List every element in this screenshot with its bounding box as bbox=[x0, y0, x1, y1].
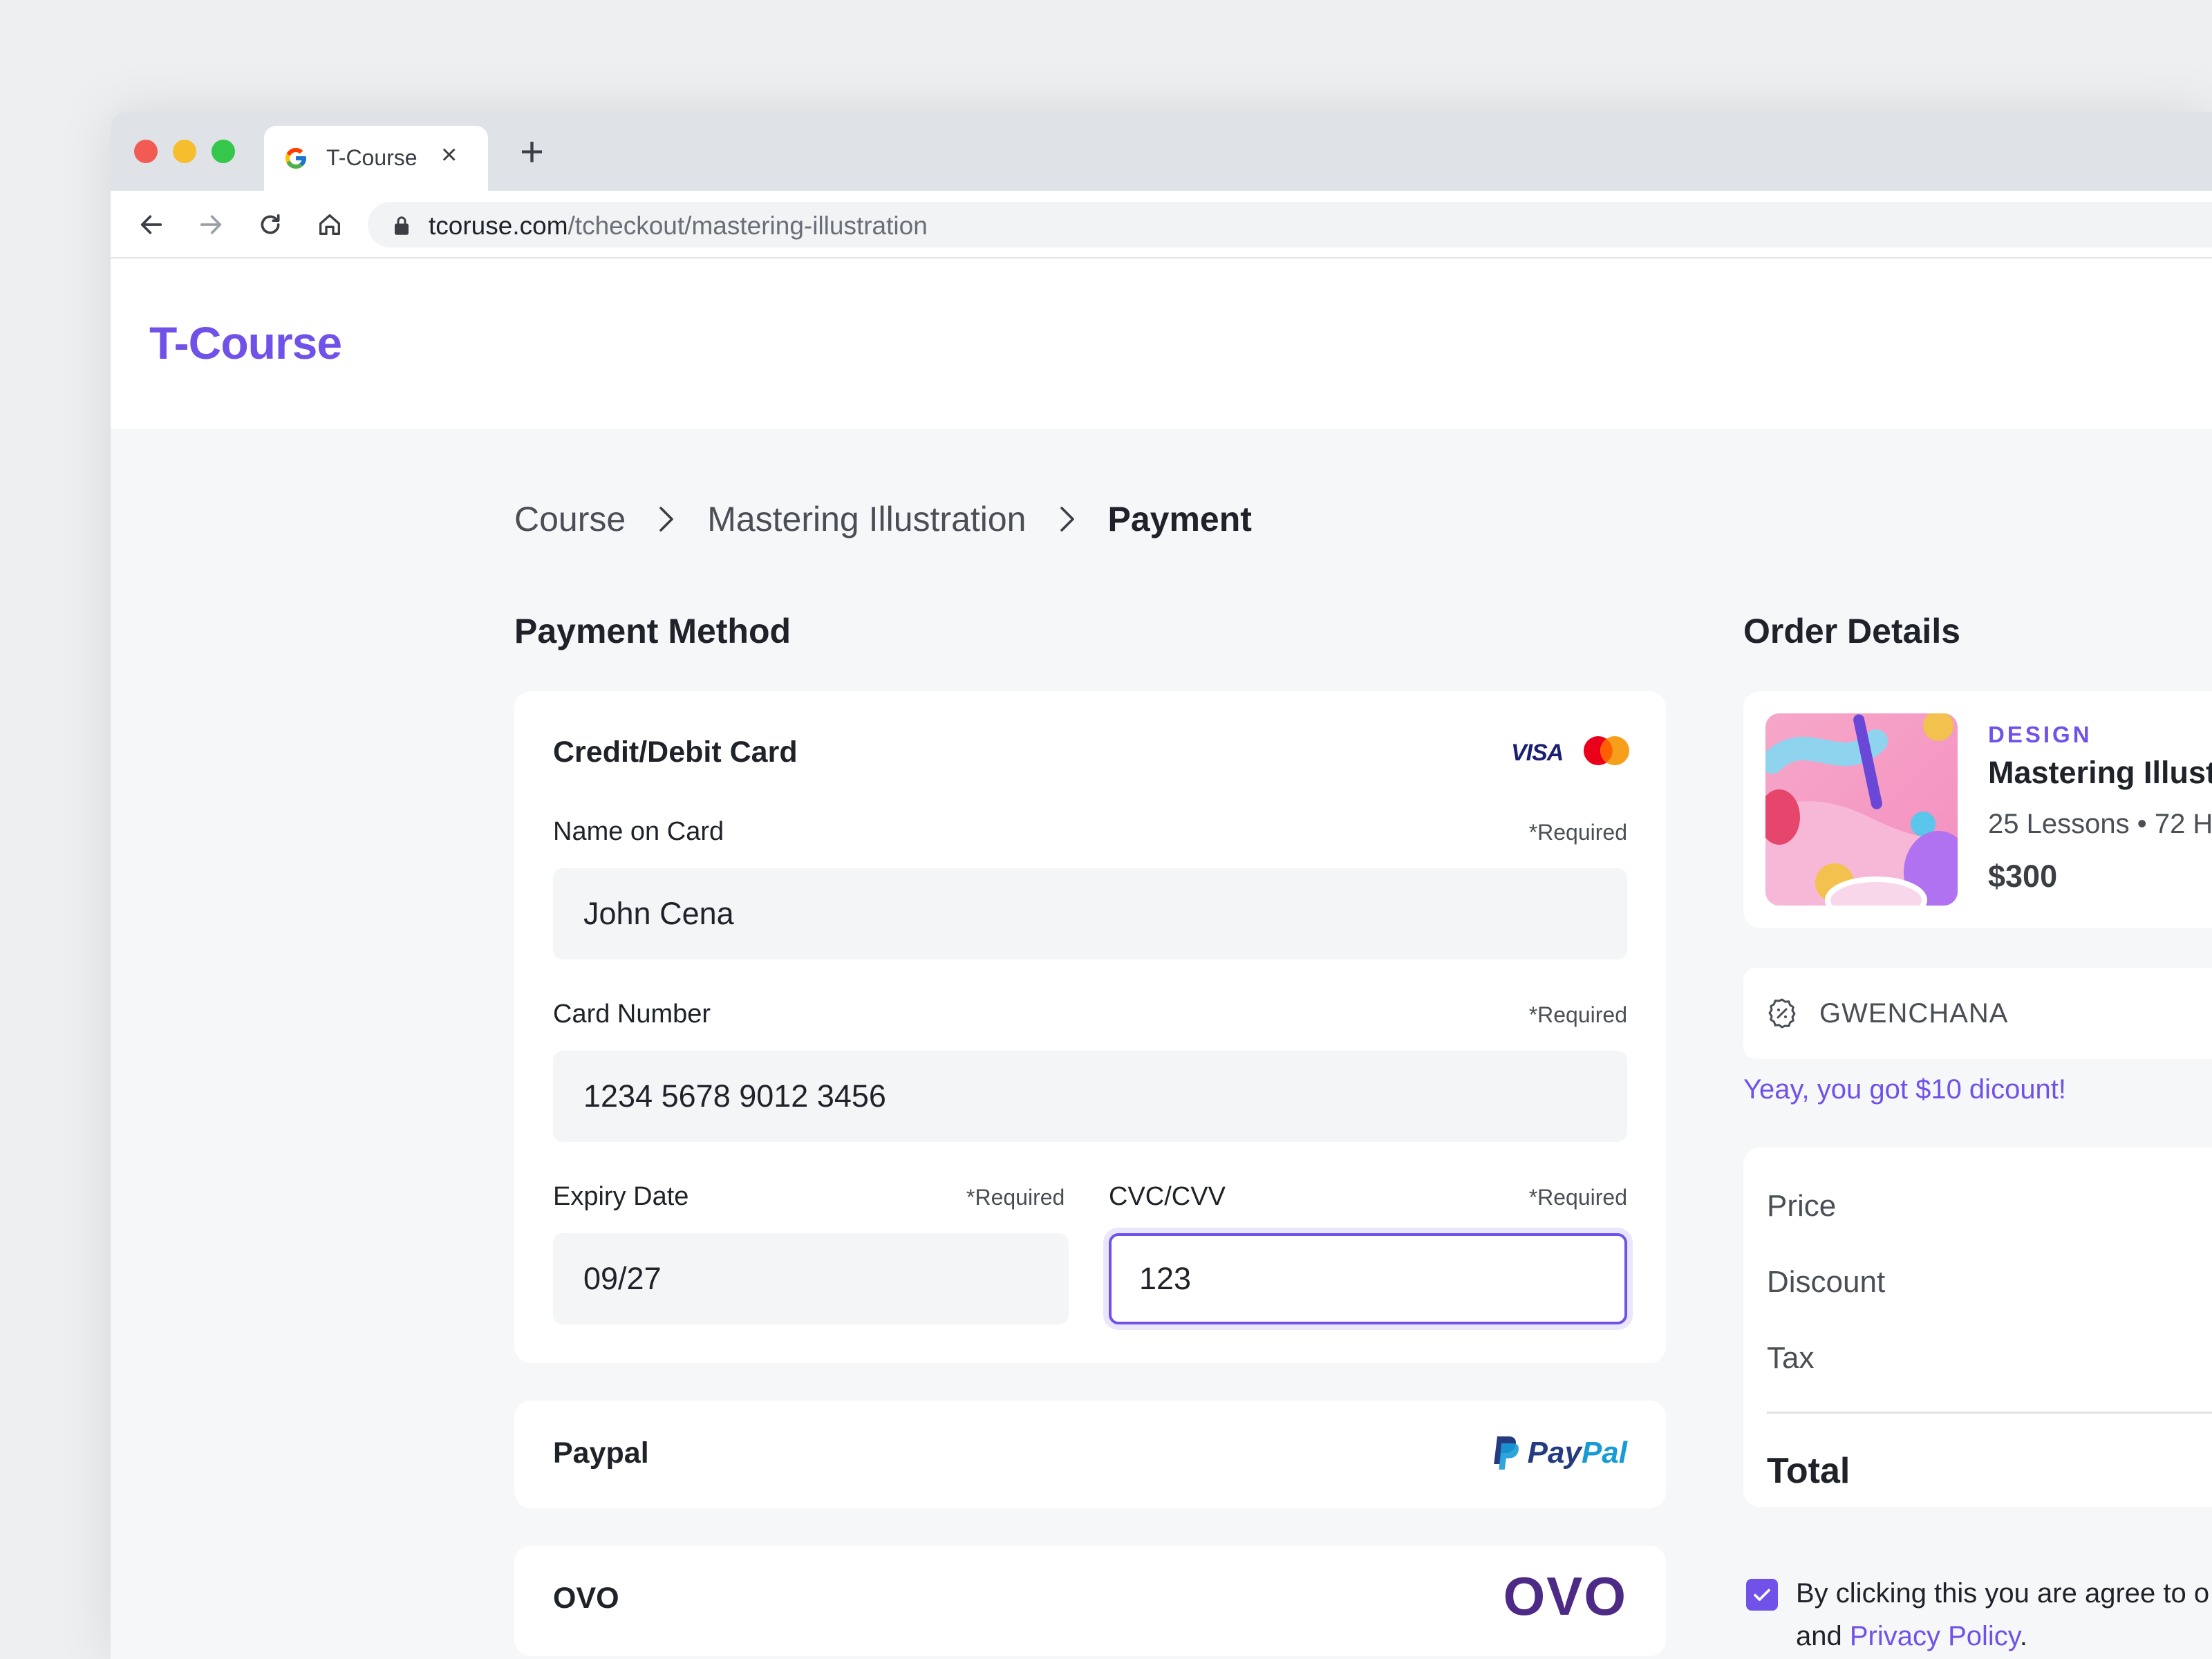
agreement-text: By clicking this you are agree to o and … bbox=[1796, 1572, 2209, 1658]
cvc-label: CVC/CVV bbox=[1109, 1182, 1226, 1211]
minimize-window-button[interactable] bbox=[173, 140, 196, 163]
name-on-card-input[interactable]: John Cena bbox=[553, 868, 1627, 959]
url-path: /tcheckout/mastering-illustration bbox=[568, 212, 928, 240]
card-number-label: Card Number bbox=[553, 1000, 711, 1029]
tab-title: T-Course bbox=[326, 145, 418, 170]
order-details-title: Order Details bbox=[1743, 612, 1961, 650]
breadcrumb-item-course[interactable]: Course bbox=[514, 499, 626, 539]
visa-logo: VISA bbox=[1511, 740, 1564, 766]
breadcrumb-item-payment: Payment bbox=[1107, 500, 1252, 538]
price-label: Price bbox=[1767, 1189, 1837, 1223]
url-domain: tcoruse.com bbox=[429, 212, 568, 240]
tax-label: Tax bbox=[1767, 1341, 1815, 1375]
close-window-button[interactable] bbox=[134, 140, 158, 163]
site-header: T-Course bbox=[111, 259, 2212, 429]
required-label: *Required bbox=[1528, 1002, 1627, 1027]
paypal-option[interactable]: Paypal PayPal bbox=[514, 1400, 1666, 1508]
new-tab-button[interactable]: + bbox=[520, 131, 544, 173]
breadcrumb-item-mastering-illustration[interactable]: Mastering Illustration bbox=[707, 499, 1026, 539]
browser-window: T-Course × + tcoruse.com/tcheckout/maste… bbox=[111, 112, 2212, 1659]
coupon-code: GWENCHANA bbox=[1819, 998, 2009, 1029]
breadcrumb: Course Mastering Illustration Payment bbox=[514, 499, 1252, 539]
name-on-card-label: Name on Card bbox=[553, 817, 724, 846]
url-text: tcoruse.com/tcheckout/mastering-illustra… bbox=[429, 212, 928, 241]
maximize-window-button[interactable] bbox=[212, 140, 235, 163]
expiry-date-label: Expiry Date bbox=[553, 1182, 689, 1211]
cvc-input[interactable]: 123 bbox=[1109, 1233, 1627, 1324]
agreement-line-1: By clicking this you are agree to o bbox=[1796, 1578, 2210, 1609]
ovo-logo: OVO bbox=[1503, 1566, 1627, 1627]
course-card: DESIGN Mastering Illust 25 Lessons • 72 … bbox=[1743, 691, 2212, 928]
back-arrow-icon[interactable] bbox=[134, 207, 169, 242]
tab-close-icon[interactable]: × bbox=[441, 141, 457, 169]
required-label: *Required bbox=[1528, 820, 1627, 845]
browser-tab-bar: T-Course × + bbox=[111, 112, 2212, 191]
course-thumbnail bbox=[1765, 713, 1958, 906]
coupon-field[interactable]: GWENCHANA bbox=[1743, 968, 2212, 1059]
credit-card-title: Credit/Debit Card bbox=[553, 735, 798, 769]
chevron-right-icon bbox=[656, 505, 677, 533]
home-icon[interactable] bbox=[312, 207, 347, 242]
lock-icon bbox=[395, 216, 409, 235]
check-icon bbox=[1754, 1588, 1770, 1601]
course-title: Mastering Illust bbox=[1988, 755, 2212, 790]
privacy-policy-link[interactable]: Privacy Policy bbox=[1850, 1621, 2020, 1651]
google-icon bbox=[285, 148, 306, 169]
summary-divider bbox=[1767, 1412, 2212, 1414]
discount-badge-icon bbox=[1768, 998, 1796, 1029]
paypal-title: Paypal bbox=[553, 1436, 649, 1470]
required-label: *Required bbox=[966, 1185, 1065, 1210]
expiry-date-input[interactable]: 09/27 bbox=[553, 1233, 1069, 1324]
browser-toolbar: tcoruse.com/tcheckout/mastering-illustra… bbox=[111, 191, 2212, 259]
total-label: Total bbox=[1767, 1451, 1850, 1491]
ovo-title: OVO bbox=[553, 1582, 619, 1615]
course-meta: 25 Lessons • 72 H bbox=[1988, 809, 2212, 839]
credit-card-option[interactable]: Credit/Debit Card VISA Name on Card *Req… bbox=[514, 691, 1666, 1363]
order-summary: Price Discount Tax Total bbox=[1743, 1147, 2212, 1507]
course-category: DESIGN bbox=[1988, 722, 2092, 747]
browser-tab[interactable]: T-Course × bbox=[264, 126, 488, 191]
forward-arrow-icon[interactable] bbox=[194, 207, 228, 242]
mastercard-icon bbox=[1584, 736, 1629, 765]
paypal-logo: PayPal bbox=[1492, 1435, 1627, 1471]
agreement-line-2: and Privacy Policy. bbox=[1796, 1621, 2027, 1651]
card-number-input[interactable]: 1234 5678 9012 3456 bbox=[553, 1051, 1627, 1142]
agree-checkbox[interactable] bbox=[1746, 1579, 1778, 1611]
required-label: *Required bbox=[1528, 1185, 1627, 1210]
course-price: $300 bbox=[1988, 859, 2058, 894]
paypal-icon bbox=[1493, 1436, 1519, 1470]
url-field[interactable]: tcoruse.com/tcheckout/mastering-illustra… bbox=[368, 202, 2212, 247]
discount-message: Yeay, you got $10 dicount! bbox=[1743, 1074, 2067, 1105]
discount-label: Discount bbox=[1767, 1265, 1886, 1299]
site-logo[interactable]: T-Course bbox=[149, 317, 342, 369]
chevron-right-icon bbox=[1057, 505, 1078, 533]
payment-method-title: Payment Method bbox=[514, 612, 791, 650]
reload-icon[interactable] bbox=[253, 207, 288, 242]
paypal-wordmark: PayPal bbox=[1527, 1436, 1627, 1470]
ovo-option[interactable]: OVO OVO bbox=[514, 1546, 1666, 1656]
